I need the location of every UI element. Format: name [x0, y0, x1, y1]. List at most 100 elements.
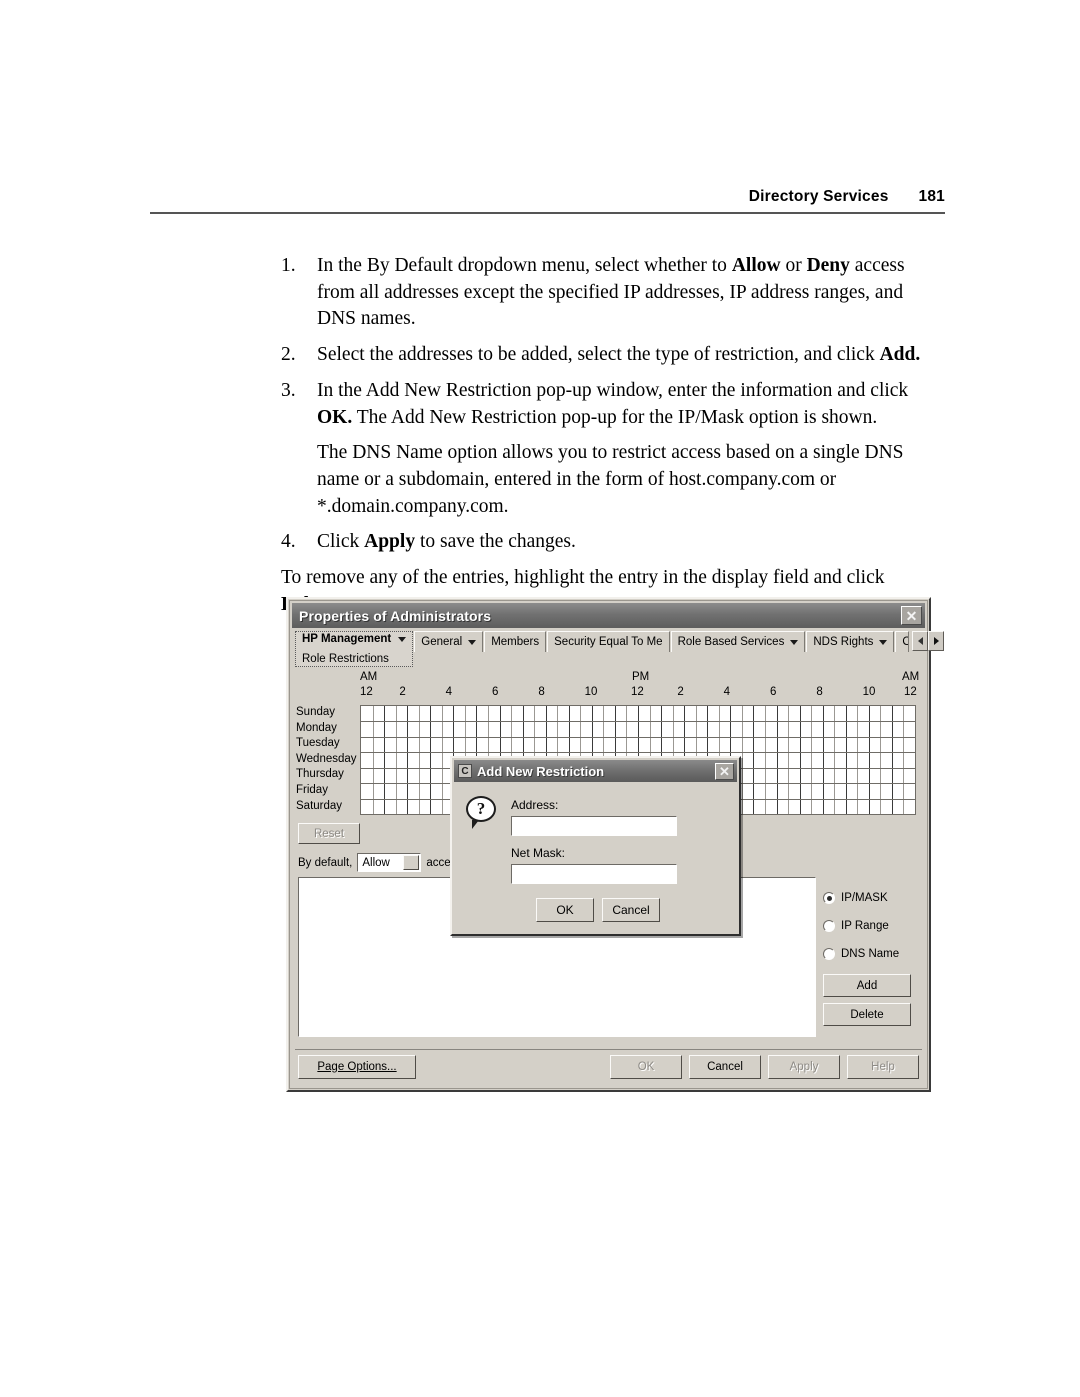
- grid-hour-line: [753, 706, 754, 814]
- radio-dns-name[interactable]: DNS Name: [823, 940, 923, 968]
- radio-button-icon[interactable]: [823, 892, 835, 904]
- plain-text: Click: [317, 531, 365, 553]
- time-axis-header: AM PM AM 12 2 4 6 8 10 12 2 4 6 8 10 12: [360, 671, 920, 705]
- time-axis-tick: 6: [492, 686, 499, 698]
- time-axis-am-right: AM: [902, 671, 920, 683]
- grid-hour-line: [430, 706, 431, 814]
- tab-label: Security Equal To Me: [554, 636, 663, 648]
- radio-button-icon[interactable]: [823, 920, 835, 932]
- page-title: Directory Services: [748, 188, 889, 205]
- time-axis-tick: 12: [360, 686, 373, 698]
- step-text: In the Add New Restriction pop-up window…: [317, 378, 941, 431]
- step-number: 3.: [281, 379, 296, 401]
- app-icon: C: [458, 764, 472, 778]
- time-axis-am-left: AM: [360, 671, 378, 683]
- time-axis-tick: 12: [904, 686, 917, 698]
- step-number: 1.: [281, 255, 296, 276]
- tab-members[interactable]: Members: [484, 631, 547, 652]
- grid-halfhour-line: [788, 706, 789, 814]
- reset-button[interactable]: Reset: [298, 823, 360, 844]
- chevron-down-icon[interactable]: [468, 639, 477, 645]
- window-title: Properties of Administrators: [299, 607, 492, 624]
- tab-scroll-left-button[interactable]: [912, 631, 929, 651]
- grid-hour-line: [869, 706, 870, 814]
- netmask-input[interactable]: [511, 864, 677, 884]
- tab-nds-rights[interactable]: NDS Rights: [806, 631, 895, 652]
- dialog-titlebar: C Add New Restriction ✕: [454, 760, 737, 782]
- radio-ip-mask[interactable]: IP/MASK: [823, 884, 923, 912]
- help-button[interactable]: Help: [847, 1054, 919, 1079]
- cancel-button[interactable]: Cancel: [689, 1054, 761, 1079]
- radio-button-icon[interactable]: [823, 948, 835, 960]
- chevron-down-icon[interactable]: [790, 639, 799, 645]
- day-label: Sunday: [296, 706, 336, 718]
- add-new-restriction-dialog: C Add New Restriction ✕ ? Address: Net M…: [450, 756, 741, 936]
- emphasis-text: Add.: [879, 344, 921, 366]
- plain-text: In the Add New Restriction pop-up window…: [317, 379, 909, 401]
- plain-text: The Add New Restriction pop-up for the I…: [352, 406, 878, 428]
- time-axis-tick: 2: [677, 686, 684, 698]
- tab-label: General: [421, 636, 463, 648]
- day-label: Tuesday: [296, 737, 340, 750]
- tab-other[interactable]: Other: [895, 631, 910, 652]
- tab-label: Role Based Services: [677, 636, 785, 648]
- step-item: 4. Click Apply to save the changes.: [281, 529, 941, 556]
- day-label: Friday: [296, 783, 328, 796]
- time-axis-tick: 6: [770, 686, 777, 698]
- by-default-dropdown[interactable]: Allow: [357, 853, 422, 872]
- time-axis-tick: 12: [631, 686, 644, 698]
- step-text: In the By Default dropdown menu, select …: [317, 253, 941, 333]
- page-options-label: Page Options...: [317, 1060, 397, 1073]
- step-item: 3. In the Add New Restriction pop-up win…: [281, 378, 941, 431]
- grid-halfhour-line: [880, 706, 881, 814]
- step-item: 2. Select the addresses to be added, sel…: [281, 342, 941, 369]
- step-number: 4.: [281, 531, 296, 553]
- by-default-row: By default, Allow acce: [298, 853, 451, 872]
- emphasis-text: Allow: [731, 255, 781, 276]
- grid-halfhour-line: [373, 706, 374, 814]
- dialog-cancel-button[interactable]: Cancel: [602, 898, 660, 922]
- document-body: 1. In the By Default dropdown menu, sele…: [281, 253, 941, 618]
- tab-role-based-services[interactable]: Role Based Services: [670, 631, 806, 652]
- dialog-body: ? Address: Net Mask: OK Cancel: [454, 784, 737, 932]
- tab-scroll-arrows: [912, 631, 945, 651]
- address-input[interactable]: [511, 816, 677, 836]
- window-footer: Page Options... OK Cancel Apply Help: [295, 1049, 922, 1083]
- radio-ip-range[interactable]: IP Range: [823, 912, 923, 940]
- page-header-line: Directory Services 181: [150, 188, 945, 206]
- plain-text: Select the addresses to be added, select…: [317, 344, 880, 366]
- grid-halfhour-line: [857, 706, 858, 814]
- ok-button[interactable]: OK: [610, 1054, 682, 1079]
- tab-scroll-right-button[interactable]: [928, 631, 945, 651]
- grid-day-line: [361, 737, 915, 738]
- grid-halfhour-line: [903, 706, 904, 814]
- time-axis-tick: 8: [538, 686, 545, 698]
- grid-hour-line: [407, 706, 408, 814]
- page-options-button[interactable]: Page Options...: [298, 1054, 416, 1079]
- chevron-down-icon[interactable]: [879, 639, 888, 645]
- window-titlebar: Properties of Administrators ✕: [292, 603, 925, 628]
- add-button[interactable]: Add: [823, 974, 911, 997]
- chevron-down-icon[interactable]: [398, 636, 407, 642]
- dialog-ok-button[interactable]: OK: [536, 898, 594, 922]
- dialog-close-icon[interactable]: ✕: [715, 762, 734, 780]
- tab-general[interactable]: General: [414, 631, 484, 652]
- plain-text: or: [780, 255, 807, 276]
- dns-note-paragraph: The DNS Name option allows you to restri…: [317, 442, 904, 517]
- grid-hour-line: [823, 706, 824, 814]
- tab-label: NDS Rights: [813, 636, 874, 648]
- day-label: Thursday: [296, 768, 344, 781]
- tab-hp-management[interactable]: HP Management Role Restrictions: [295, 631, 414, 667]
- tab-security-equal-to-me[interactable]: Security Equal To Me: [547, 631, 670, 652]
- radio-label: IP/MASK: [841, 892, 888, 904]
- apply-button[interactable]: Apply: [768, 1054, 840, 1079]
- chevron-right-icon: [933, 637, 939, 645]
- header-rule: [150, 212, 945, 214]
- tab-label: Other: [902, 636, 908, 648]
- tab-label: HP Management: [302, 633, 392, 645]
- delete-button[interactable]: Delete: [823, 1003, 911, 1026]
- chevron-down-icon[interactable]: [403, 855, 420, 870]
- grid-day-line: [361, 752, 915, 753]
- tab-sublabel[interactable]: Role Restrictions: [302, 653, 389, 665]
- close-icon[interactable]: ✕: [901, 606, 922, 625]
